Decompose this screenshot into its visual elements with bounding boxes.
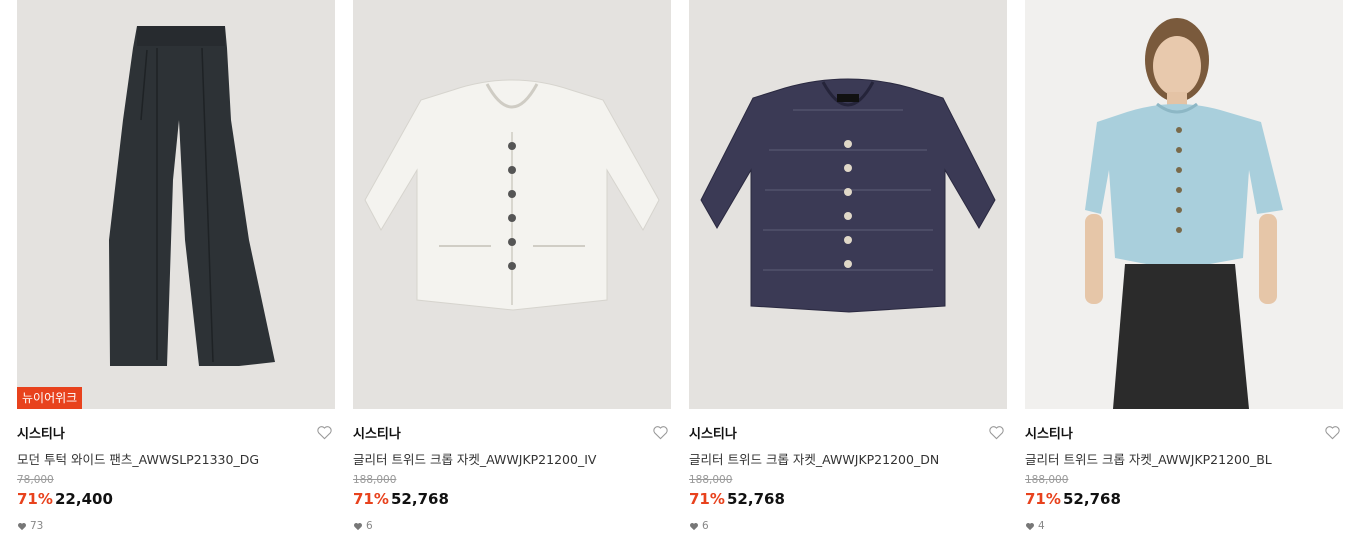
- like-count: 6: [689, 520, 709, 532]
- heart-icon[interactable]: [316, 425, 333, 440]
- original-price: 188,000: [1025, 474, 1069, 486]
- heart-filled-icon: [1026, 522, 1034, 530]
- product-card[interactable]: 시스티나 글리터 트위드 크롭 자켓_AWWJKP21200_IV 188,00…: [353, 0, 671, 543]
- product-card[interactable]: 뉴이어위크 시스티나 모던 투턱 와이드 팬츠_AWWSLP21330_DG 7…: [17, 0, 335, 543]
- product-name[interactable]: 글리터 트위드 크롭 자켓_AWWJKP21200_DN: [689, 449, 939, 468]
- promo-badge: 뉴이어위크: [17, 387, 83, 409]
- original-price: 188,000: [689, 474, 733, 486]
- brand-name[interactable]: 시스티나: [353, 423, 401, 442]
- product-image[interactable]: 뉴이어위크: [17, 0, 335, 409]
- like-count-value: 6: [702, 520, 709, 532]
- sale-price: 52,768: [727, 490, 785, 508]
- product-name[interactable]: 글리터 트위드 크롭 자켓_AWWJKP21200_BL: [1025, 449, 1272, 468]
- like-count-value: 4: [1038, 520, 1045, 532]
- original-price: 188,000: [353, 474, 397, 486]
- sale-price: 52,768: [391, 490, 449, 508]
- product-image[interactable]: [1025, 0, 1343, 409]
- heart-icon[interactable]: [988, 425, 1005, 440]
- model-blue-jacket-image: [1085, 18, 1283, 409]
- discount-rate: 71%: [353, 490, 389, 508]
- sale-price: 22,400: [55, 490, 113, 508]
- like-count: 4: [1025, 520, 1045, 532]
- like-count-value: 6: [366, 520, 373, 532]
- wide-pants-image: [109, 26, 275, 366]
- original-price: 78,000: [17, 474, 54, 486]
- heart-icon[interactable]: [652, 425, 669, 440]
- discount-rate: 71%: [17, 490, 53, 508]
- ivory-jacket-image: [364, 79, 660, 311]
- brand-name[interactable]: 시스티나: [689, 423, 737, 442]
- product-card[interactable]: 시스티나 글리터 트위드 크롭 자켓_AWWJKP21200_BL 188,00…: [1025, 0, 1343, 543]
- product-card[interactable]: 시스티나 글리터 트위드 크롭 자켓_AWWJKP21200_DN 188,00…: [689, 0, 1007, 543]
- discount-rate: 71%: [1025, 490, 1061, 508]
- product-image[interactable]: [353, 0, 671, 409]
- sale-price: 52,768: [1063, 490, 1121, 508]
- heart-icon[interactable]: [1324, 425, 1341, 440]
- like-count: 73: [17, 520, 43, 532]
- like-count: 6: [353, 520, 373, 532]
- discount-rate: 71%: [689, 490, 725, 508]
- like-count-value: 73: [30, 520, 44, 532]
- brand-name[interactable]: 시스티나: [17, 423, 65, 442]
- product-name[interactable]: 글리터 트위드 크롭 자켓_AWWJKP21200_IV: [353, 449, 596, 468]
- heart-filled-icon: [18, 522, 26, 530]
- brand-name[interactable]: 시스티나: [1025, 423, 1073, 442]
- heart-filled-icon: [354, 522, 362, 530]
- heart-filled-icon: [690, 522, 698, 530]
- navy-jacket-image: [700, 78, 996, 313]
- product-image[interactable]: [689, 0, 1007, 409]
- product-name[interactable]: 모던 투턱 와이드 팬츠_AWWSLP21330_DG: [17, 449, 259, 468]
